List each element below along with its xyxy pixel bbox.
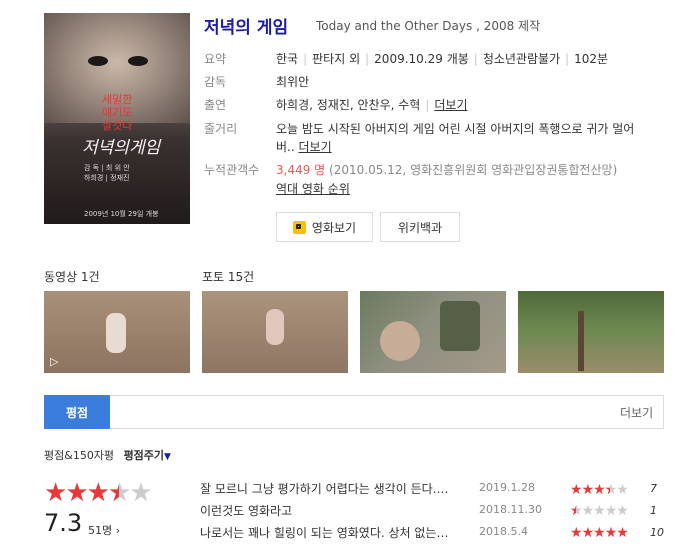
review-text-3[interactable]: 나로서는 꽤나 힐링이 되는 영화였다. 상처 없는… [200,524,470,541]
audience-values: 3,449 명 (2010.05.12, 영화진흥위원회 영화관입장권통합전산망… [276,161,617,178]
average-score: 7.3 [44,509,83,537]
play-icon[interactable]: ▷ [50,355,58,368]
poster-tagline-2: 얘기도 [102,106,133,119]
star-icon: ★★ [107,478,131,508]
star-icon: ★ [44,478,67,508]
star-icon: ★ [593,503,606,519]
poster-credit-1: 감 독 | 최 위 안 [84,164,130,172]
give-rating-link[interactable]: 평점주기 [124,449,164,462]
tree-trunk-shape [578,311,584,371]
video-thumbnail[interactable]: ▷ [44,291,190,373]
review-date-2: 2018.11.30 [479,503,542,516]
plot-line-1: 오늘 밤도 시작된 아버지의 게임 어린 시절 아버지의 폭행으로 귀가 멀어 [276,122,635,136]
review-text-2[interactable]: 이런것도 영화라고 [200,502,470,519]
figure-shape [380,321,420,361]
watch-movie-button[interactable]: 영화보기 [276,212,373,242]
star-icon: ★ [593,525,606,541]
review-stars-1: ★★★★★★ [570,482,629,498]
half-star-icon: ★ [108,480,119,506]
review-stars-3: ★★★★★ [570,525,629,541]
star-icon: ★ [570,482,583,498]
rating-header: 평점&150자평 평점주기▼ [44,447,171,463]
wiki-button[interactable]: 위키백과 [380,212,460,242]
review-score-2: 1 [650,504,657,517]
review-text-1[interactable]: 잘 모르니 그냥 평가하기 어렵다는 생각이 든다.… [200,480,470,497]
review-date-1: 2019.1.28 [479,481,535,494]
photo-thumbnail-2[interactable] [360,291,506,373]
poster-tagline-1: 세밀한 [102,93,133,106]
figure-shape [106,313,126,353]
cast-list[interactable]: 하희경, 정재진, 안찬우, 수혁 [276,98,420,112]
video-section-label[interactable]: 동영상 1건 [44,268,100,285]
watch-logo-icon [292,220,306,234]
summary-label: 요약 [204,52,227,66]
review-score-1: 7 [650,482,657,495]
photo-thumbnail-3[interactable] [518,291,664,373]
average-stars: ★★★★★★ [44,478,153,508]
half-star-icon: ★ [605,483,611,497]
summary-release: 2009.10.29 개봉 [374,52,469,66]
cast-values: 하희경, 정재진, 안찬우, 수혁 | 더보기 [276,98,468,112]
ranking-link[interactable]: 역대 영화 순위 [276,180,350,197]
photo-thumbnail-1[interactable] [202,291,348,373]
star-icon: ★ [581,525,595,541]
summary-runtime: 102분 [574,52,609,66]
audience-count: 3,449 명 [276,163,326,177]
star-icon: ★ [581,503,595,519]
star-icon: ★ [581,482,595,498]
star-icon: ★ [86,478,110,508]
review-score-3: 10 [650,526,664,539]
dropdown-arrow-icon[interactable]: ▼ [164,452,171,462]
wiki-label: 위키백과 [397,220,443,235]
plot-line-2: 버.. [276,140,295,154]
review-stars-2: ★★★★★★ [570,503,629,519]
figure-shape [266,309,284,345]
watch-movie-label: 영화보기 [311,220,357,235]
rating-header-title: 평점&150자평 [44,449,115,462]
poster-credit-2: 하희경 | 정재진 [84,174,130,182]
plot-label: 줄거리 [204,122,238,136]
summary-country: 한국 [276,52,299,66]
cast-more-link[interactable]: 더보기 [434,98,467,112]
star-icon: ★ [593,482,606,498]
star-icon: ★ [616,525,629,541]
star-icon: ★ [616,482,629,498]
poster-tagline-3: 살것다 [102,119,133,132]
tab-more-link[interactable]: 더보기 [620,404,653,421]
star-icon: ★ [65,478,88,508]
audience-label: 누적관객수 [204,163,260,177]
plot-more-link[interactable]: 더보기 [299,140,332,154]
star-icon: ★★ [570,503,583,519]
poster-credit-3: 2009년 10월 29일 개봉 [84,210,159,218]
director-label: 감독 [204,75,227,89]
photo-section-label[interactable]: 포토 15건 [202,268,254,285]
star-icon: ★ [616,503,629,519]
poster-title: 저녁의게임 [82,138,161,158]
star-icon: ★★ [604,482,618,498]
summary-rating: 청소년관람불가 [482,52,561,66]
poster-eye-right [128,56,148,66]
summary-genre: 판타지 외 [312,52,361,66]
star-icon: ★ [129,478,152,508]
summary-values: 한국 | 판타지 외 | 2009.10.29 개봉 | 청소년관람불가 | 102분 [276,52,609,66]
star-icon: ★ [604,503,618,519]
tab-rating[interactable]: 평점 [44,395,110,429]
rating-tab-bar [44,395,664,429]
cast-label: 출연 [204,98,227,112]
poster-eye-left [88,56,108,66]
audience-source: (2010.05.12, 영화진흥위원회 영화관입장권통합전산망) [329,163,618,177]
movie-title[interactable]: 저녁의 게임 [204,13,288,38]
star-icon: ★ [570,525,583,541]
rating-count-link[interactable]: 51명 › [88,522,120,538]
movie-poster[interactable]: 세밀한 얘기도 살것다 저녁의게임 감 독 | 최 위 안 하희경 | 정재진 … [44,13,190,224]
review-date-3: 2018.5.4 [479,525,528,538]
movie-subtitle: Today and the Other Days , 2008 제작 [316,19,541,33]
figure-shape [440,301,480,351]
director-link[interactable]: 최위안 [276,73,309,90]
plot-line-2-wrap: 버.. 더보기 [276,138,332,155]
half-star-icon: ★ [570,504,576,518]
star-icon: ★ [604,525,618,541]
